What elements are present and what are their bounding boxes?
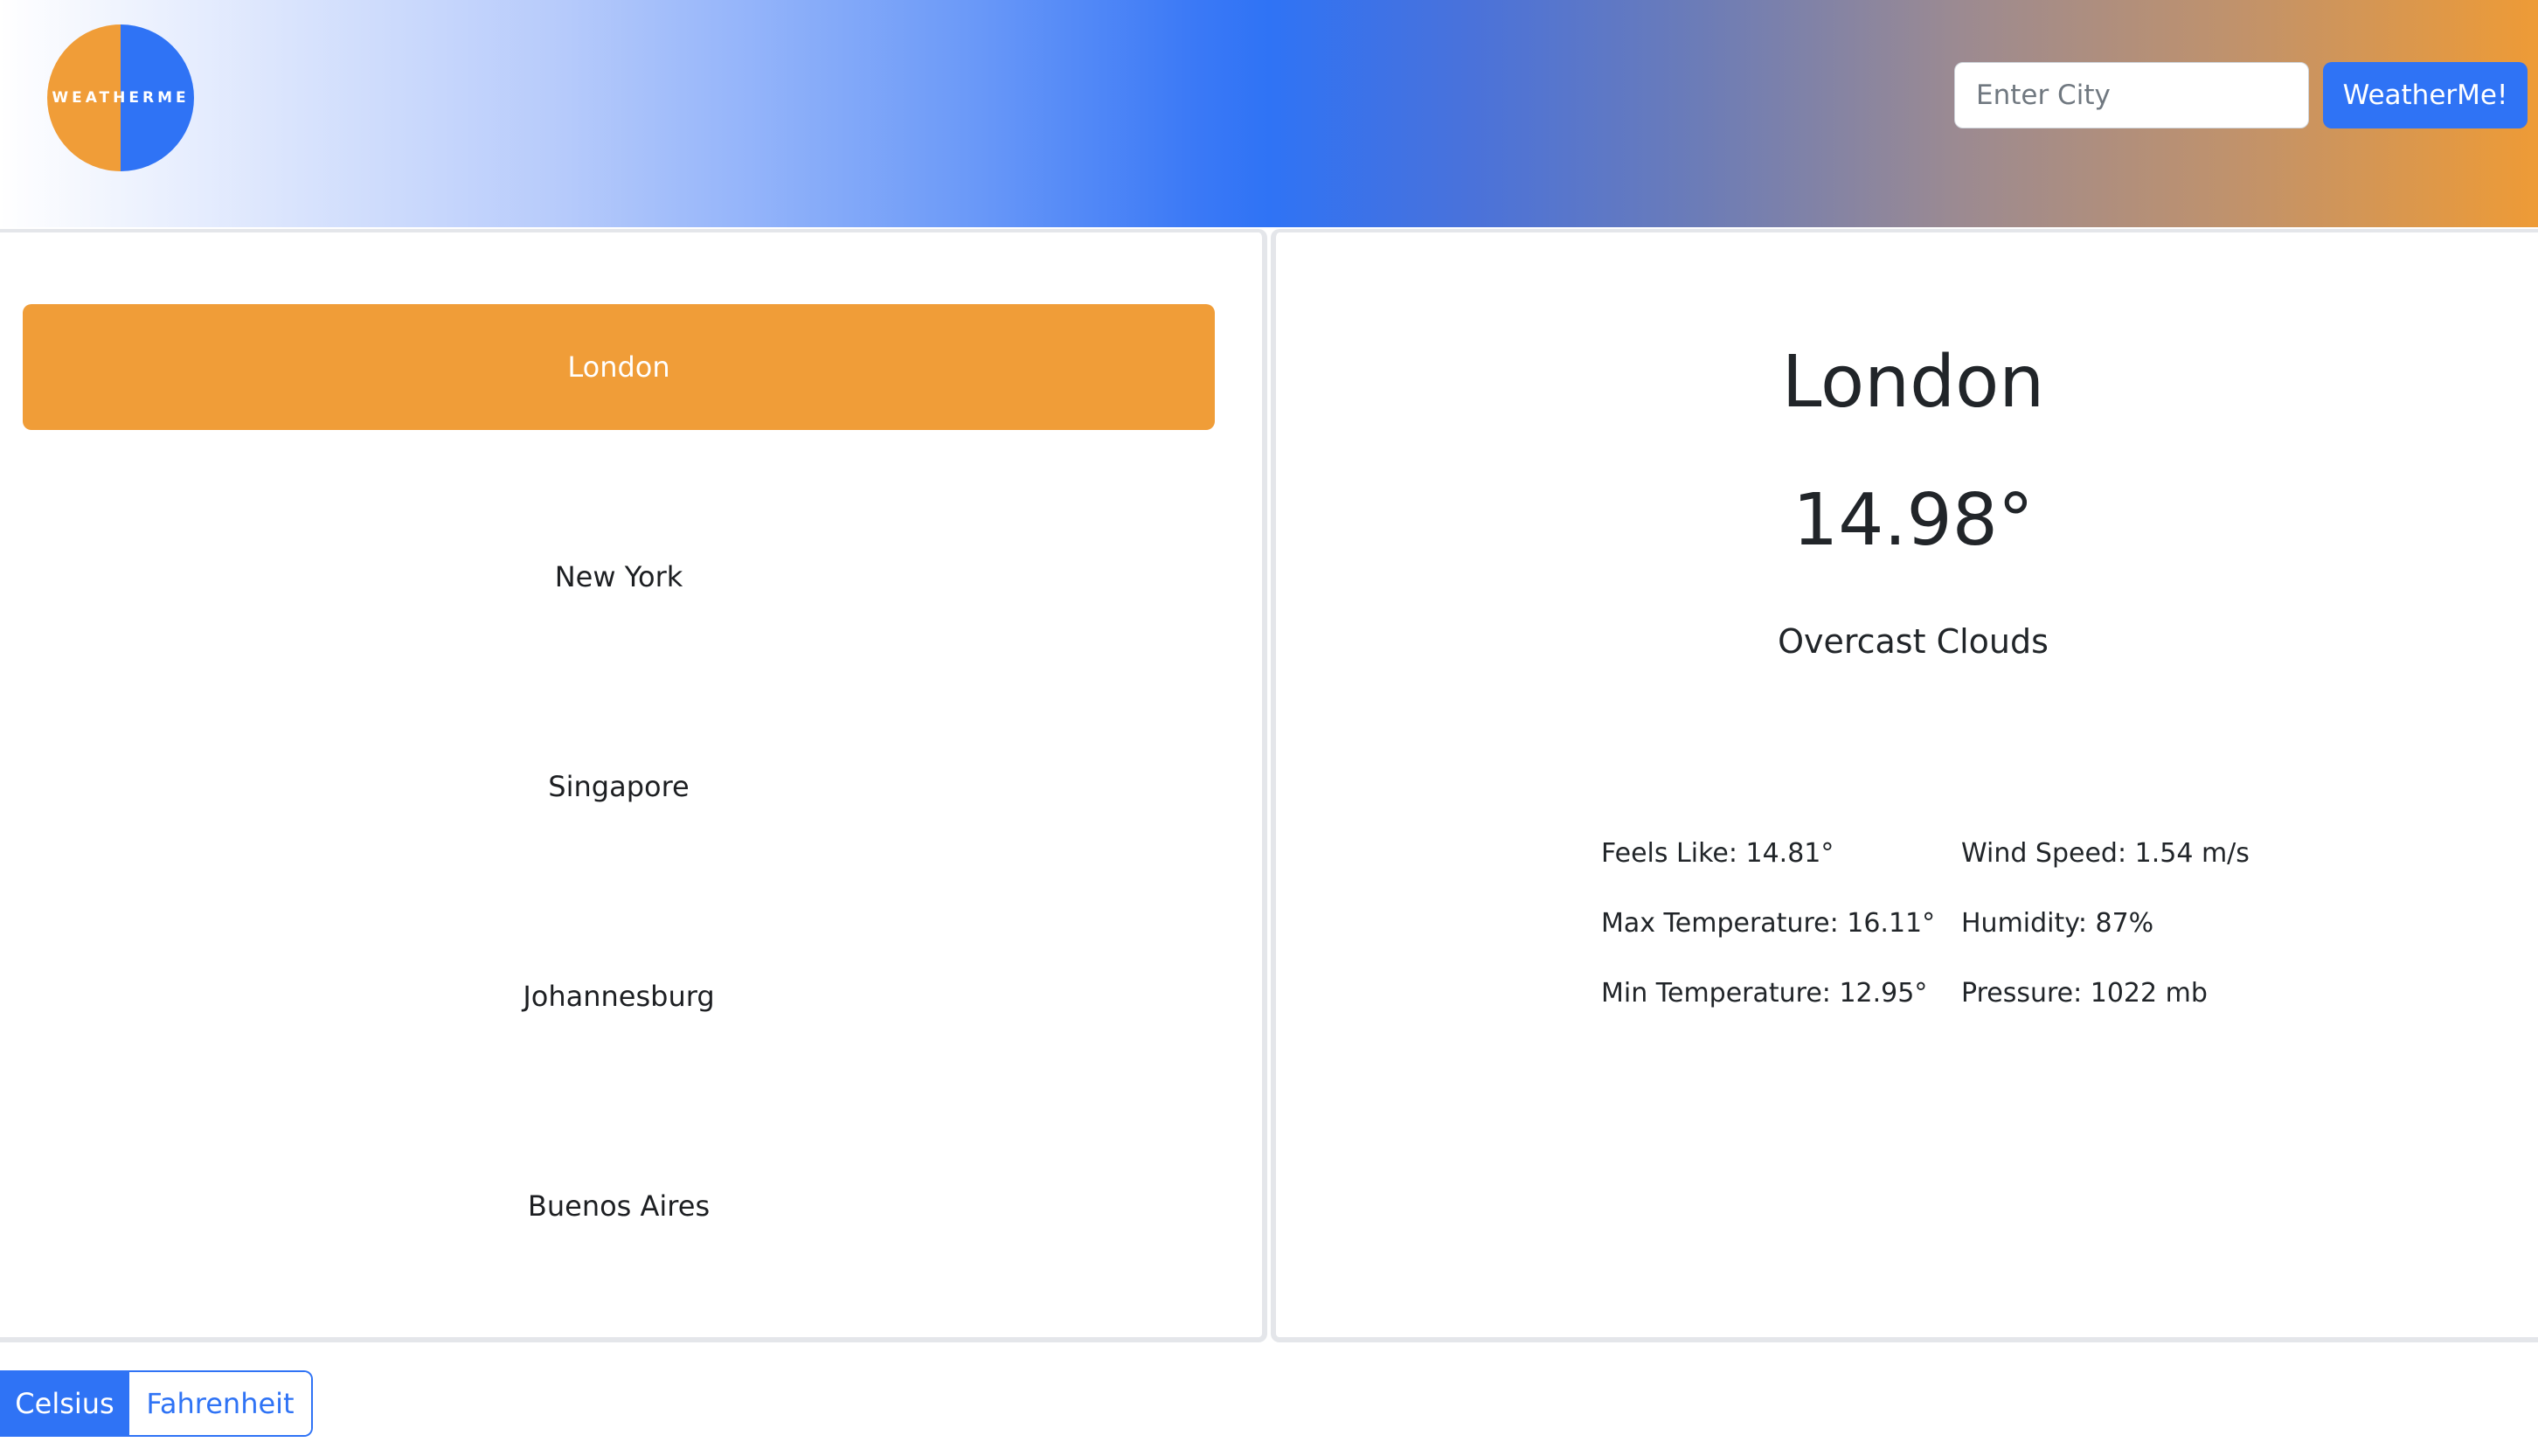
cities-panel: London New York Singapore Johannesburg B… — [0, 229, 1267, 1342]
city-item-buenos-aires[interactable]: Buenos Aires — [23, 1143, 1215, 1269]
weather-stats: Feels Like: 14.81° Wind Speed: 1.54 m/s … — [1601, 837, 2258, 1010]
logo-text: WEATHERME — [52, 89, 190, 107]
weather-detail-panel: London 14.98° Overcast Clouds Feels Like… — [1271, 229, 2538, 1342]
min-temperature-stat: Min Temperature: 12.95° — [1601, 978, 1928, 1009]
app-header: WEATHERME WeatherMe! — [0, 0, 2538, 227]
city-item-new-york[interactable]: New York — [23, 514, 1215, 640]
city-list: London New York Singapore Johannesburg B… — [23, 304, 1215, 1353]
city-search-input[interactable] — [1954, 62, 2309, 128]
city-item-johannesburg[interactable]: Johannesburg — [23, 933, 1215, 1059]
weatherme-search-button[interactable]: WeatherMe! — [2323, 62, 2528, 128]
max-temperature-stat: Max Temperature: 16.11° — [1601, 908, 1936, 939]
humidity-stat: Humidity: 87% — [1961, 908, 2154, 939]
current-temperature: 14.98° — [1793, 479, 2034, 562]
logo: WEATHERME — [47, 24, 194, 171]
city-item-london[interactable]: London — [23, 304, 1215, 430]
weather-condition: Overcast Clouds — [1778, 622, 2049, 661]
fahrenheit-button[interactable]: Fahrenheit — [129, 1372, 311, 1435]
celsius-button[interactable]: Celsius — [0, 1372, 129, 1435]
feels-like-stat: Feels Like: 14.81° — [1601, 838, 1834, 869]
wind-speed-stat: Wind Speed: 1.54 m/s — [1961, 838, 2250, 869]
selected-city-title: London — [1781, 341, 2045, 424]
pressure-stat: Pressure: 1022 mb — [1961, 978, 2208, 1009]
city-item-singapore[interactable]: Singapore — [23, 724, 1215, 849]
unit-toggle: Celsius Fahrenheit — [0, 1370, 313, 1437]
